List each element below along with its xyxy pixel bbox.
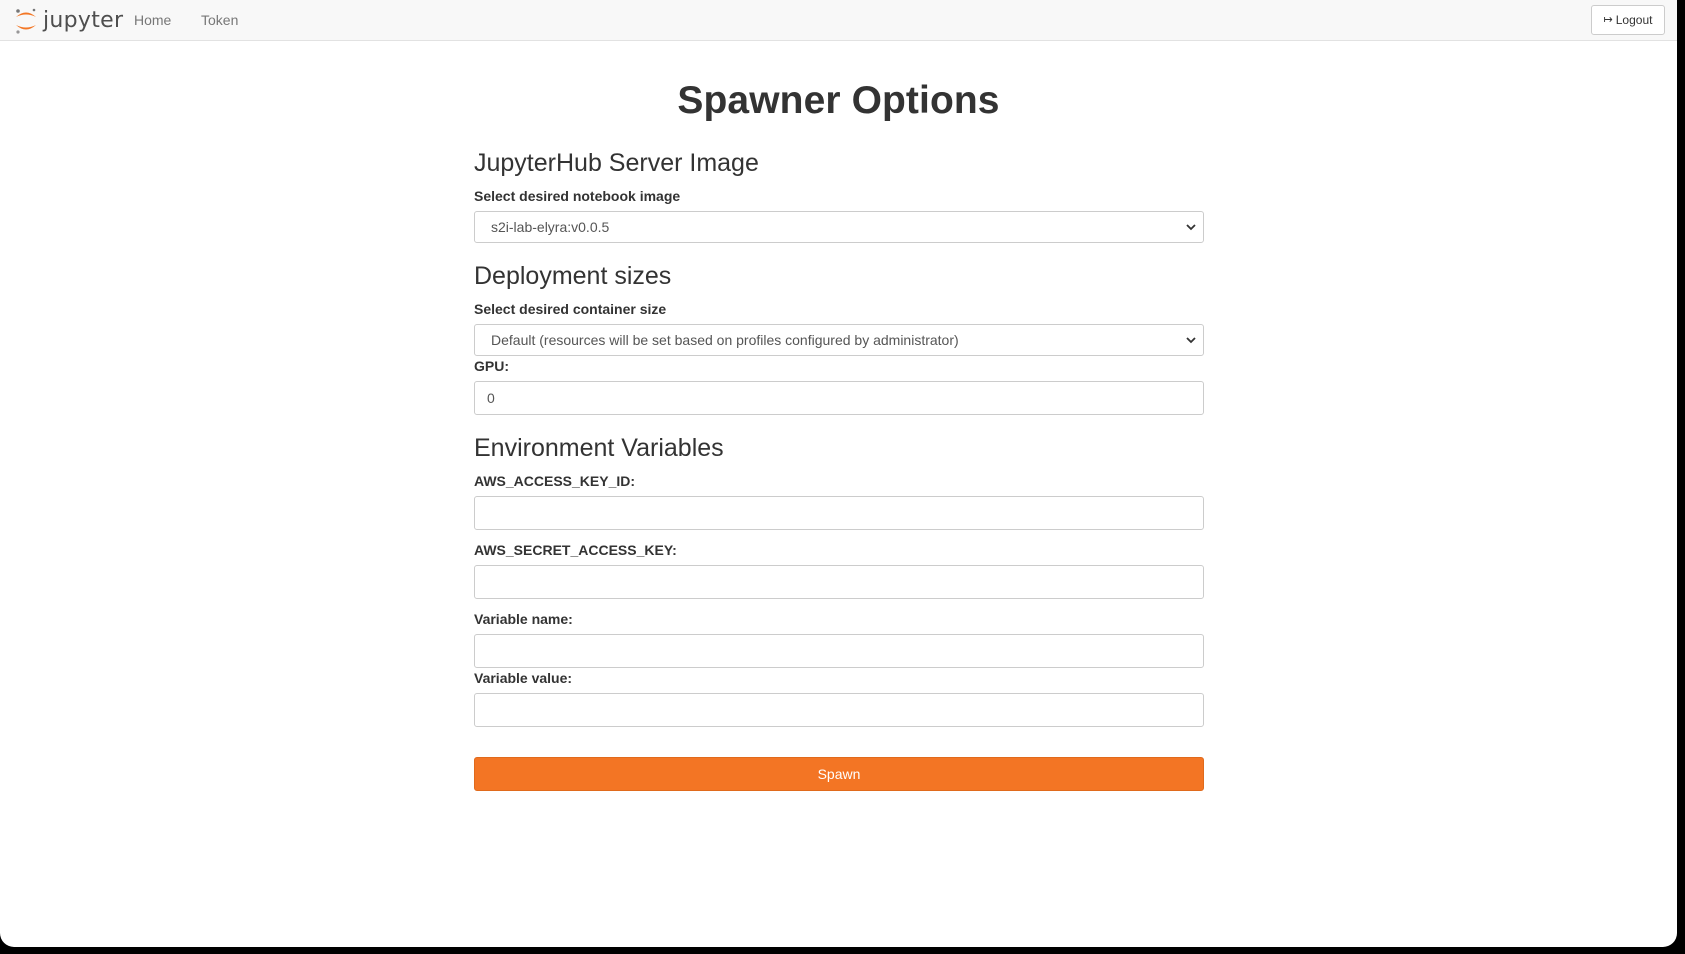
- image-select-label: Select desired notebook image: [474, 188, 681, 204]
- jupyter-logo[interactable]: jupyter: [14, 5, 123, 36]
- page: jupyter Home Token ↦ Logout Spawner Opti…: [0, 0, 1677, 947]
- container-size-select[interactable]: Default (resources will be set based on …: [474, 324, 1204, 356]
- top-navbar: jupyter Home Token ↦ Logout: [0, 0, 1677, 41]
- variable-name-input[interactable]: [474, 634, 1204, 668]
- nav-token-link[interactable]: Token: [201, 11, 238, 29]
- container-size-label: Select desired container size: [474, 301, 667, 317]
- logout-button[interactable]: ↦ Logout: [1591, 5, 1665, 35]
- nav-home-link[interactable]: Home: [134, 11, 171, 29]
- chevron-down-icon: [1186, 337, 1196, 344]
- jupyter-logo-icon: [16, 8, 36, 34]
- env-section-heading: Environment Variables: [474, 434, 724, 462]
- variable-name-label: Variable name:: [474, 611, 573, 627]
- gpu-input[interactable]: [474, 381, 1204, 415]
- aws-secret-key-input[interactable]: [474, 565, 1204, 599]
- logout-label: Logout: [1615, 13, 1653, 27]
- container-size-selected-value: Default (resources will be set based on …: [491, 332, 959, 348]
- aws-secret-key-label: AWS_SECRET_ACCESS_KEY:: [474, 542, 677, 558]
- chevron-down-icon: [1186, 224, 1196, 231]
- gpu-label: GPU:: [474, 358, 509, 374]
- aws-access-key-label: AWS_ACCESS_KEY_ID:: [474, 473, 636, 489]
- page-title: Spawner Options: [677, 79, 1000, 122]
- image-section-heading: JupyterHub Server Image: [474, 149, 759, 177]
- deployment-section-heading: Deployment sizes: [474, 262, 672, 290]
- aws-access-key-input[interactable]: [474, 496, 1204, 530]
- notebook-image-selected-value: s2i-lab-elyra:v0.0.5: [491, 219, 610, 235]
- variable-value-input[interactable]: [474, 693, 1204, 727]
- spawn-button[interactable]: Spawn: [474, 757, 1204, 791]
- variable-value-label: Variable value:: [474, 670, 573, 686]
- notebook-image-select[interactable]: s2i-lab-elyra:v0.0.5: [474, 211, 1204, 243]
- sign-out-icon: ↦: [1603, 13, 1613, 26]
- logo-text: jupyter: [43, 7, 124, 33]
